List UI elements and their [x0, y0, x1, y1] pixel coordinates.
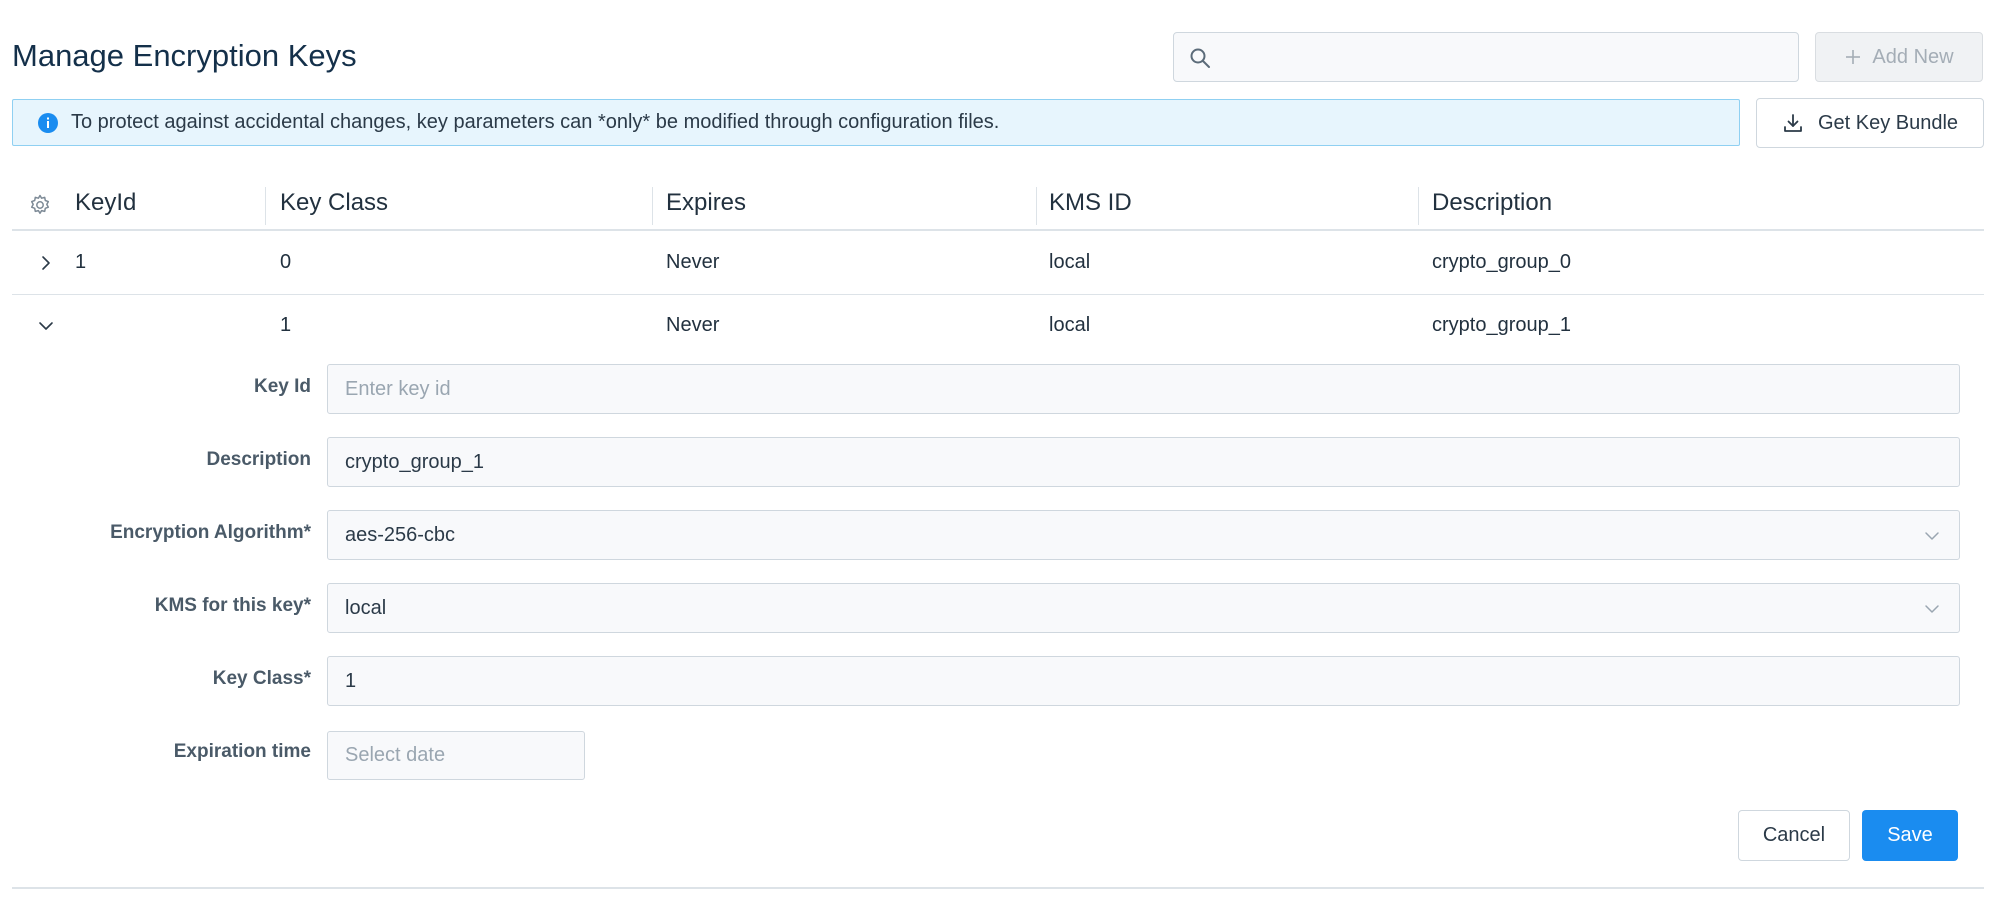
column-divider: [1036, 187, 1037, 225]
kms-value: local: [345, 596, 387, 619]
gear-icon[interactable]: [28, 193, 52, 217]
key-class-label: Key Class*: [212, 668, 311, 689]
expiration-date-placeholder: Select date: [345, 744, 446, 766]
expiration-date-picker[interactable]: Select date: [327, 731, 585, 780]
key-class-value: 1: [345, 669, 357, 692]
table-row-expanded[interactable]: 1 Never local crypto_group_1: [12, 296, 1984, 358]
cell-expires: Never: [666, 251, 720, 273]
kms-select[interactable]: local: [327, 583, 1960, 633]
info-banner: To protect against accidental changes, k…: [12, 99, 1740, 146]
plus-icon: [1846, 50, 1861, 64]
add-new-label: Add New: [1872, 45, 1954, 68]
description-value: crypto_group_1: [345, 450, 484, 473]
cancel-button[interactable]: Cancel: [1738, 810, 1850, 861]
search-input[interactable]: [1173, 32, 1799, 82]
cell-keyid: 1: [75, 251, 87, 273]
info-icon: [38, 112, 58, 133]
column-divider: [652, 187, 653, 225]
expiration-time-label: Expiration time: [173, 741, 311, 762]
cell-description: crypto_group_1: [1432, 314, 1571, 336]
page-title: Manage Encryption Keys: [12, 38, 357, 73]
encryption-algorithm-value: aes-256-cbc: [345, 523, 456, 546]
key-id-label: Key Id: [253, 376, 311, 397]
search-icon: [1190, 48, 1210, 68]
get-key-bundle-button[interactable]: Get Key Bundle: [1756, 98, 1984, 148]
cell-kms-id: local: [1049, 251, 1091, 273]
save-button[interactable]: Save: [1862, 810, 1958, 861]
key-id-field[interactable]: Enter key id: [327, 364, 1960, 414]
get-key-bundle-label: Get Key Bundle: [1817, 111, 1959, 134]
cell-key-class: 0: [280, 251, 292, 273]
cell-key-class: 1: [280, 314, 292, 336]
kms-label: KMS for this key*: [154, 595, 311, 616]
column-header-kms-id[interactable]: KMS ID: [1049, 189, 1132, 217]
cell-expires: Never: [666, 314, 720, 336]
table-header: KeyId Key Class Expires KMS ID Descripti…: [12, 183, 1984, 231]
cell-kms-id: local: [1049, 314, 1091, 336]
cell-description: crypto_group_0: [1432, 251, 1571, 273]
description-label: Description: [206, 449, 311, 470]
column-divider: [265, 187, 266, 225]
info-banner-text: To protect against accidental changes, k…: [71, 111, 1000, 133]
chevron-down-icon: [1925, 532, 1939, 540]
key-class-field[interactable]: 1: [327, 656, 1960, 706]
encryption-algorithm-select[interactable]: aes-256-cbc: [327, 510, 1960, 560]
chevron-down-icon[interactable]: [36, 316, 56, 336]
add-new-button[interactable]: Add New: [1815, 32, 1983, 82]
encryption-algorithm-label: Encryption Algorithm*: [110, 522, 311, 543]
chevron-right-icon[interactable]: [36, 253, 56, 273]
description-field[interactable]: crypto_group_1: [327, 437, 1960, 487]
column-header-description[interactable]: Description: [1432, 189, 1552, 217]
column-header-expires[interactable]: Expires: [666, 189, 746, 217]
table-row[interactable]: 1 0 Never local crypto_group_0: [12, 233, 1984, 295]
column-header-key-class[interactable]: Key Class: [280, 189, 388, 217]
divider: [12, 887, 1984, 889]
download-icon: [1784, 114, 1802, 132]
column-header-keyid[interactable]: KeyId: [75, 189, 136, 217]
column-divider: [1418, 187, 1419, 225]
key-id-placeholder: Enter key id: [345, 377, 451, 400]
chevron-down-icon: [1925, 605, 1939, 613]
